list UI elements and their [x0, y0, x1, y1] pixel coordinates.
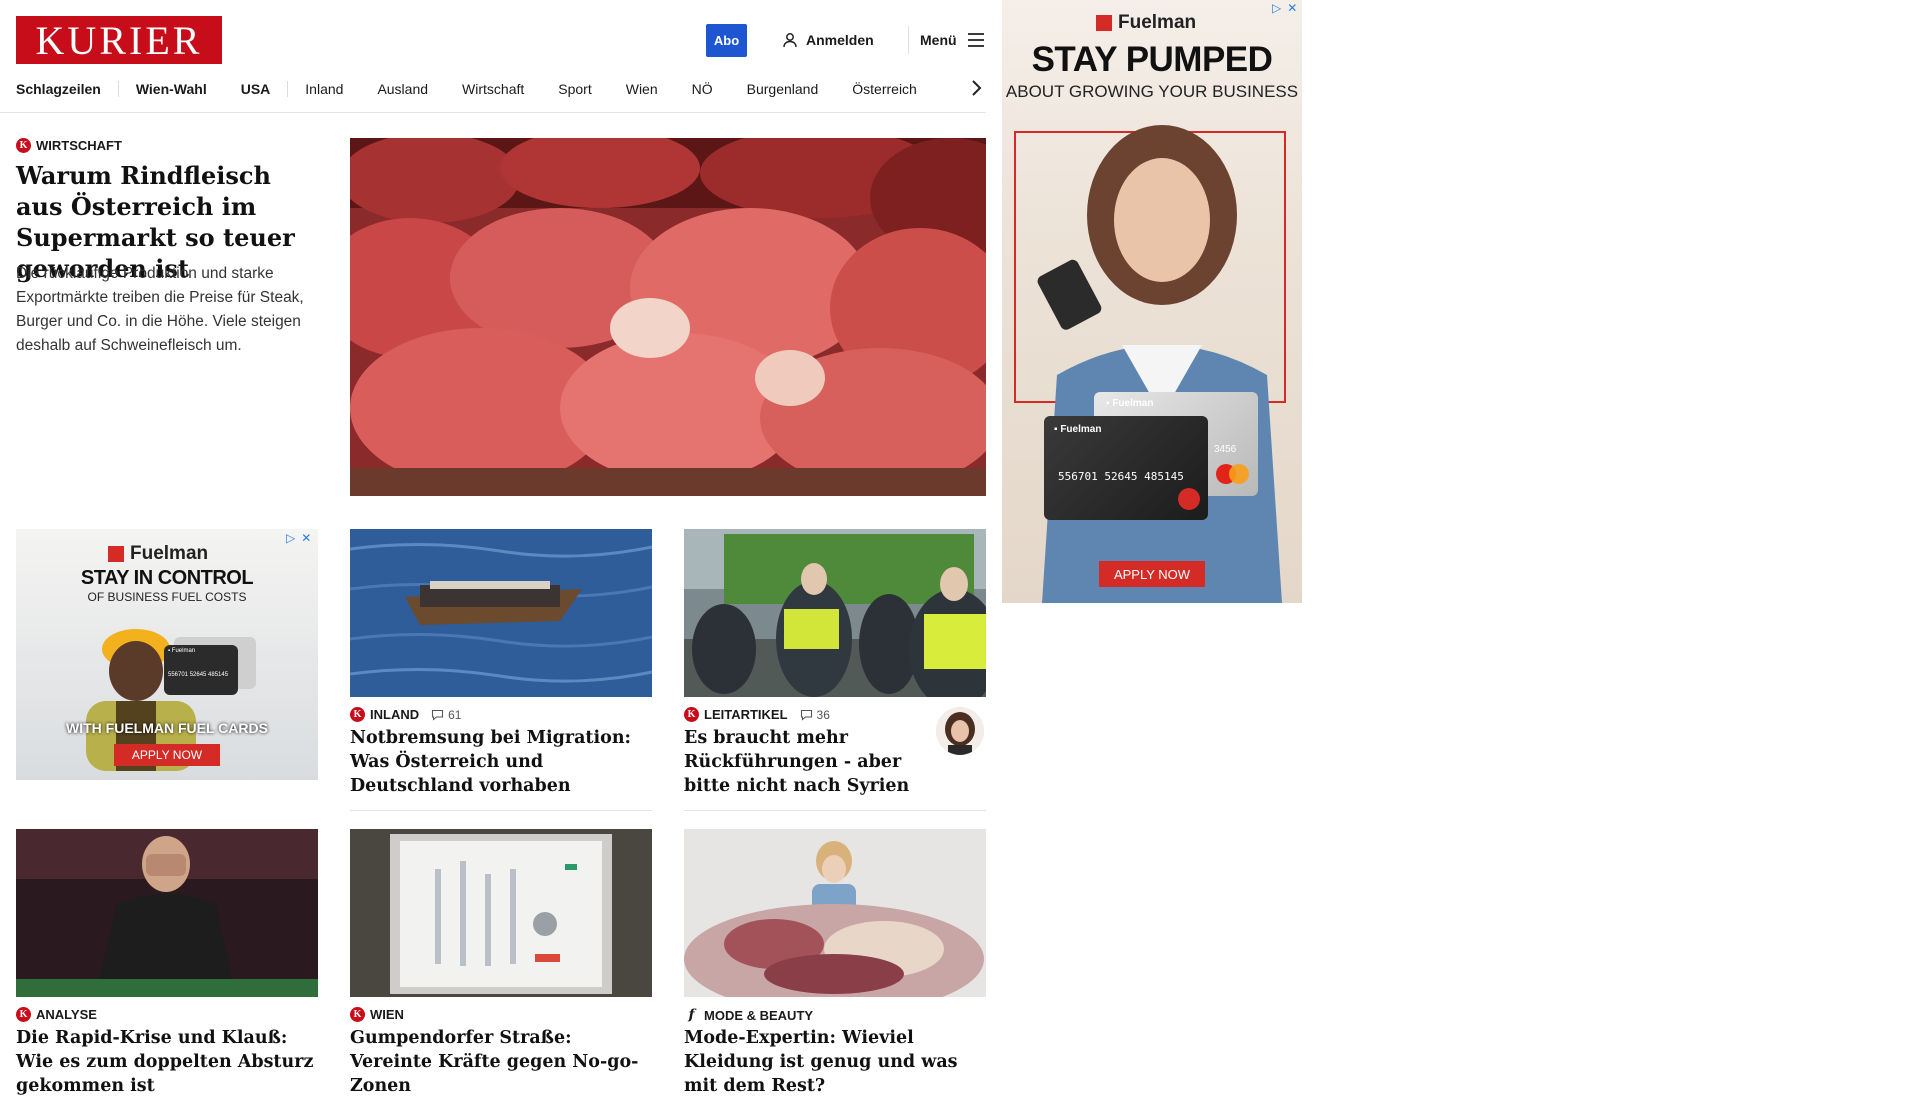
article-title-1[interactable]: Notbremsung bei Migration: Was Österreic…: [350, 726, 652, 798]
article-category-label-5: MODE & BEAUTY: [704, 1007, 814, 1023]
mastercard-icon: [1216, 464, 1250, 484]
article-image-police[interactable]: [684, 529, 986, 697]
article-comments-2[interactable]: 36: [800, 708, 830, 722]
author-avatar[interactable]: [936, 707, 984, 755]
article-meta-3: K ANALYSE: [16, 1007, 97, 1022]
nav-item-inland[interactable]: Inland: [287, 81, 360, 97]
adchoices-icon[interactable]: ▷: [286, 531, 295, 545]
nav-item-burgenland[interactable]: Burgenland: [730, 81, 836, 97]
article-image-migration[interactable]: [350, 529, 652, 697]
ad-right-woman-image: [1037, 125, 1282, 603]
user-icon: [783, 33, 797, 48]
article-comments-1[interactable]: 61: [431, 708, 461, 722]
author-avatar-image: [936, 707, 984, 755]
section-nav: Schlagzeilen Wien-Wahl USA Inland Auslan…: [16, 78, 986, 100]
ad-choices[interactable]: ▷ ✕: [286, 531, 311, 545]
ad-small-brand: Fuelman: [108, 543, 208, 565]
chevron-right-icon[interactable]: [970, 76, 982, 100]
login-button[interactable]: Anmelden: [782, 26, 874, 54]
nav-item-wien-wahl[interactable]: Wien-Wahl: [117, 81, 224, 97]
kurier-k-icon: K: [350, 1007, 365, 1022]
ad-small-tagline: WITH FUELMAN FUEL CARDS: [66, 720, 268, 736]
nav-item-wien[interactable]: Wien: [609, 81, 675, 97]
ad-fuelman-small[interactable]: ▷ ✕ Fuelman STAY IN CONTROL OF BUSINESS …: [16, 529, 318, 780]
article-title-5[interactable]: Mode-Expertin: Wieviel Kleidung ist genu…: [684, 1026, 986, 1098]
hero-image[interactable]: [350, 138, 986, 496]
article-image-coach[interactable]: [16, 829, 318, 997]
article-category-1[interactable]: K INLAND: [350, 707, 419, 722]
kurier-k-icon: K: [350, 707, 365, 722]
ad-right-card-back-number: 3456: [1214, 444, 1237, 455]
ad-small-headline: STAY IN CONTROL: [80, 567, 254, 589]
fashion-f-icon: f: [688, 1007, 695, 1023]
ad-small-brand-label: Fuelman: [130, 543, 209, 564]
article-title-2[interactable]: Es braucht mehr Rückführungen - aber bit…: [684, 726, 924, 798]
nav-item-wirtschaft[interactable]: Wirtschaft: [445, 81, 541, 97]
ad-right-brand-label: Fuelman: [1118, 12, 1197, 33]
card-badge-icon: [1178, 488, 1200, 510]
header-divider: [908, 26, 909, 54]
close-icon[interactable]: ✕: [1287, 1, 1297, 15]
fuelman-logo-icon: [108, 546, 124, 562]
abo-button[interactable]: Abo: [706, 24, 747, 57]
article-comment-count-1: 61: [448, 707, 462, 722]
header-rule: [0, 112, 986, 113]
ad-small-apply-button[interactable]: APPLY NOW: [114, 744, 220, 766]
ad-right-subline: ABOUT GROWING YOUR BUSINESS: [1005, 82, 1299, 101]
nav-item-ausland[interactable]: Ausland: [360, 81, 445, 97]
kurier-k-icon: K: [684, 707, 699, 722]
hero-teaser[interactable]: Die rückläufige Produktion und starke Ex…: [16, 262, 326, 358]
article-title-4[interactable]: Gumpendorfer Straße: Vereinte Kräfte geg…: [350, 1026, 652, 1098]
ad-small-card-front: ▪ Fuelman 556701 52645 485145: [164, 645, 238, 695]
article-category-5[interactable]: f MODE & BEAUTY: [684, 1007, 813, 1023]
menu-button[interactable]: Menü: [920, 26, 985, 54]
ad-right-card-number: 556701 52645 485145: [1058, 470, 1184, 483]
fuelman-logo-icon: [1096, 15, 1112, 31]
article-category-label-1: INLAND: [370, 707, 420, 722]
article-divider-2: [684, 810, 986, 811]
article-category-4[interactable]: K WIEN: [350, 1007, 404, 1022]
article-divider-1: [350, 810, 652, 811]
kurier-k-icon: K: [16, 1007, 31, 1022]
nav-item-noe[interactable]: NÖ: [675, 81, 730, 97]
nav-item-schlagzeilen[interactable]: Schlagzeilen: [16, 81, 118, 97]
login-label: Anmelden: [806, 32, 874, 48]
nav-item-usa[interactable]: USA: [224, 81, 288, 97]
ad-right-headline: STAY PUMPED: [1031, 40, 1273, 79]
article-meta-1: K INLAND 61: [350, 707, 461, 722]
kurier-logo[interactable]: KURIER: [16, 16, 222, 64]
article-category-label-4: WIEN: [370, 1007, 404, 1022]
adchoices-icon[interactable]: ▷: [1272, 1, 1281, 15]
ad-right-brand: Fuelman: [1096, 12, 1196, 34]
hamburger-icon: [967, 33, 984, 47]
article-meta-4: K WIEN: [350, 1007, 404, 1022]
menu-label: Menü: [920, 32, 957, 48]
ad-choices-right[interactable]: ▷ ✕: [1272, 1, 1297, 15]
article-category-2[interactable]: K LEITARTIKEL: [684, 707, 788, 722]
article-meta-2: K LEITARTIKEL 36: [684, 707, 830, 722]
nav-item-oesterreich[interactable]: Österreich: [835, 81, 934, 97]
article-title-3[interactable]: Die Rapid-Krise und Klauß: Wie es zum do…: [16, 1026, 318, 1098]
hero-category[interactable]: K WIRTSCHAFT: [16, 138, 122, 153]
comment-icon: [432, 709, 444, 721]
article-category-label-3: ANALYSE: [36, 1007, 97, 1022]
ad-right-card-front: ▪ Fuelman 556701 52645 485145: [1044, 416, 1208, 520]
article-meta-5: f MODE & BEAUTY: [684, 1007, 813, 1023]
ad-right-apply-button[interactable]: APPLY NOW: [1099, 561, 1205, 587]
close-icon[interactable]: ✕: [301, 531, 311, 545]
kurier-k-icon: K: [16, 138, 31, 153]
article-comment-count-2: 36: [816, 707, 830, 722]
hero-category-label: WIRTSCHAFT: [36, 138, 122, 153]
article-image-syringes[interactable]: [350, 829, 652, 997]
article-category-label-2: LEITARTIKEL: [704, 707, 788, 722]
comment-icon: [800, 709, 812, 721]
ad-fuelman-right[interactable]: ▷ ✕ Fuelman STAY PUMPED ABOUT GROWING YO…: [1002, 0, 1302, 603]
article-image-clothes[interactable]: [684, 829, 986, 997]
nav-item-sport[interactable]: Sport: [541, 81, 608, 97]
article-category-3[interactable]: K ANALYSE: [16, 1007, 97, 1022]
